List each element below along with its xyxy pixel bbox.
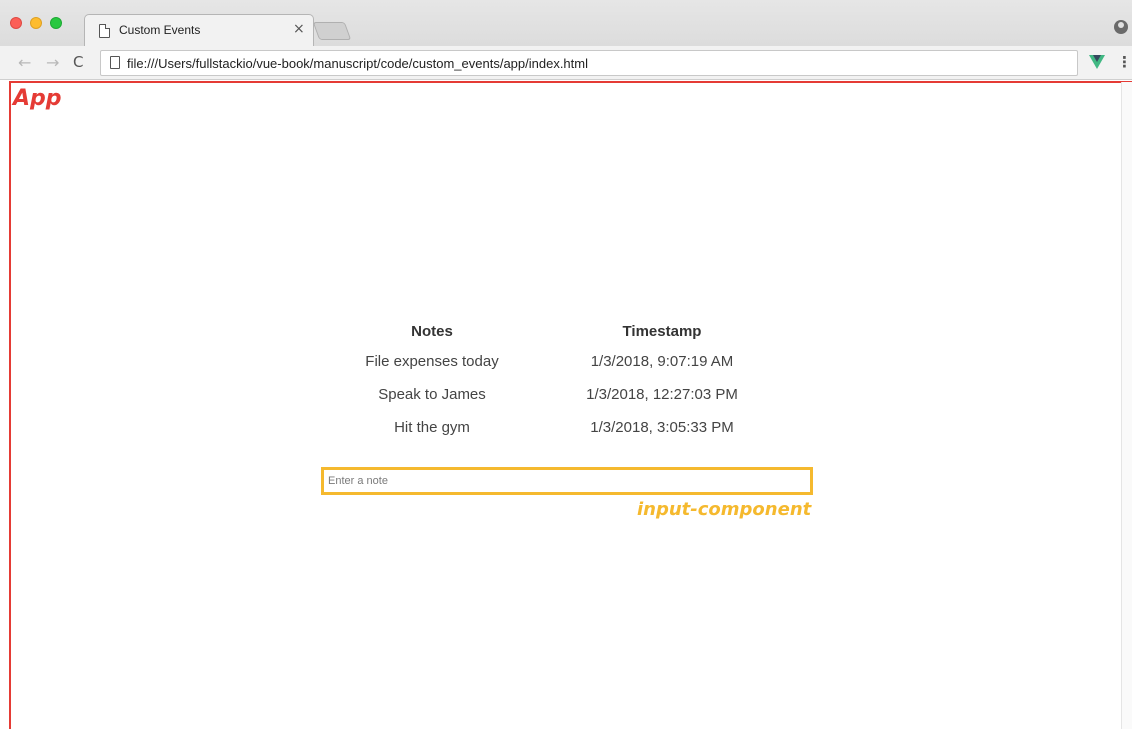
profile-icon[interactable]: [1114, 20, 1128, 34]
page-info-icon[interactable]: [110, 56, 120, 69]
app-component-label: App: [13, 86, 62, 111]
timestamp-cell: 1/3/2018, 12:27:03 PM: [586, 386, 738, 403]
table-header-row: Notes Timestamp: [332, 318, 792, 345]
notes-table: Notes Timestamp File expenses today 1/3/…: [332, 318, 792, 444]
tab-close-icon[interactable]: ×: [293, 21, 305, 37]
new-tab-button[interactable]: [312, 22, 352, 40]
back-arrow-icon[interactable]: ←: [18, 53, 31, 72]
page-viewport: App Notes Timestamp File expenses today …: [0, 80, 1132, 729]
tab-title: Custom Events: [119, 23, 201, 37]
address-bar[interactable]: file:///Users/fullstackio/vue-book/manus…: [100, 50, 1078, 76]
document-icon: [99, 24, 110, 38]
table-row: File expenses today 1/3/2018, 9:07:19 AM: [332, 345, 792, 378]
notes-column-header: Notes: [411, 323, 453, 340]
scrollbar[interactable]: [1121, 82, 1132, 729]
timestamp-column-header: Timestamp: [622, 323, 702, 340]
forward-arrow-icon[interactable]: →: [46, 53, 59, 72]
note-input[interactable]: [324, 470, 810, 492]
timestamp-cell: 1/3/2018, 9:07:19 AM: [590, 353, 734, 370]
input-component-label: input-component: [637, 499, 812, 520]
timestamp-cell: 1/3/2018, 3:05:33 PM: [590, 419, 734, 436]
input-component-outline: [321, 467, 813, 495]
note-cell: Hit the gym: [394, 419, 470, 436]
browser-tabbar: Custom Events ×: [0, 0, 1132, 46]
table-row: Speak to James 1/3/2018, 12:27:03 PM: [332, 378, 792, 411]
table-row: Hit the gym 1/3/2018, 3:05:33 PM: [332, 411, 792, 444]
tab-custom-events[interactable]: Custom Events ×: [84, 14, 314, 46]
minimize-window-button[interactable]: [30, 17, 42, 29]
browser-toolbar: ← → C file:///Users/fullstackio/vue-book…: [0, 46, 1132, 80]
url-text[interactable]: file:///Users/fullstackio/vue-book/manus…: [127, 56, 588, 71]
vue-devtools-icon[interactable]: [1089, 55, 1105, 69]
kebab-menu-icon[interactable]: ⋮: [1117, 53, 1132, 71]
note-cell: Speak to James: [378, 386, 486, 403]
close-window-button[interactable]: [10, 17, 22, 29]
maximize-window-button[interactable]: [50, 17, 62, 29]
note-cell: File expenses today: [365, 353, 499, 370]
reload-icon[interactable]: C: [73, 53, 83, 71]
